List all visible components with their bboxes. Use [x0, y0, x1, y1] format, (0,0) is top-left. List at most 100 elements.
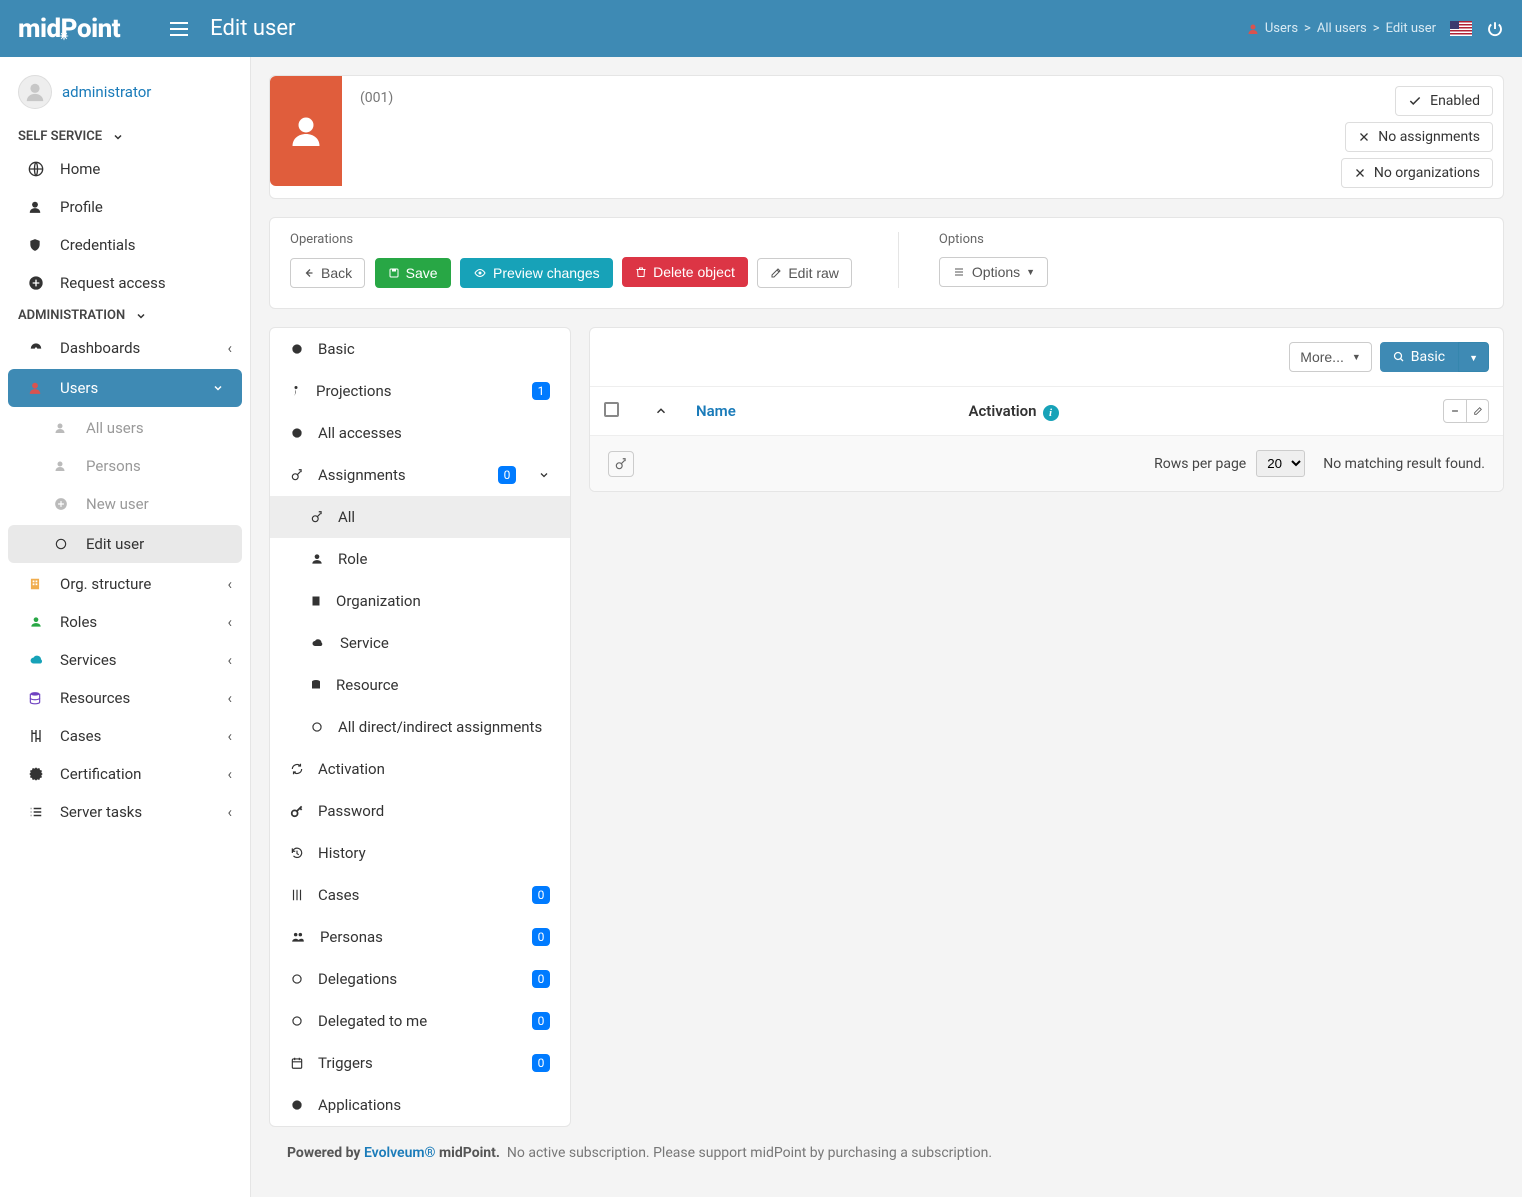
dnav-projections[interactable]: Projections1: [270, 370, 570, 412]
assignment-icon: [310, 510, 324, 524]
current-user[interactable]: administrator: [0, 67, 250, 123]
circle-icon: [290, 1014, 304, 1028]
x-icon: [1354, 167, 1366, 179]
badge: 0: [532, 886, 550, 904]
footer: Powered by Evolveum® midPoint. No active…: [269, 1127, 1504, 1179]
power-icon[interactable]: [1486, 20, 1504, 38]
dnav-delegated-to-me[interactable]: Delegated to me0: [270, 1000, 570, 1042]
menu-toggle-icon[interactable]: [170, 22, 188, 36]
nav-persons[interactable]: Persons: [0, 447, 250, 485]
globe-icon: [28, 161, 46, 177]
operations-label: Operations: [290, 232, 858, 247]
nav-new-user[interactable]: New user: [0, 485, 250, 523]
sort-asc-icon[interactable]: [654, 404, 668, 418]
dnav-history[interactable]: History: [270, 832, 570, 874]
more-dropdown[interactable]: More... ▼: [1289, 342, 1372, 372]
dnav-basic[interactable]: Basic: [270, 328, 570, 370]
breadcrumb-link[interactable]: Edit user: [1386, 21, 1436, 36]
dnav-organization[interactable]: Organization: [270, 580, 570, 622]
object-subtitle: (001): [360, 90, 393, 106]
nav-resources[interactable]: Resources‹: [0, 679, 250, 717]
breadcrumb-link[interactable]: Users: [1265, 21, 1298, 36]
assignment-icon: [290, 468, 304, 482]
rows-per-page-label: Rows per page: [1154, 456, 1246, 472]
preview-button[interactable]: Preview changes: [460, 258, 613, 288]
dnav-cases[interactable]: Cases0: [270, 874, 570, 916]
assignment-add-icon[interactable]: [608, 451, 634, 477]
recycle-icon: [290, 762, 304, 776]
edit-raw-button[interactable]: Edit raw: [757, 258, 852, 288]
chevron-down-icon: [212, 382, 224, 394]
plus-circle-icon: [54, 497, 72, 511]
nav-roles[interactable]: Roles‹: [0, 603, 250, 641]
company-link[interactable]: Evolveum®: [364, 1145, 436, 1161]
status-badge-enabled[interactable]: Enabled: [1395, 86, 1493, 116]
nav-org-structure[interactable]: Org. structure‹: [0, 565, 250, 603]
column-activation[interactable]: Activationi: [954, 387, 1429, 436]
dnav-personas[interactable]: Personas0: [270, 916, 570, 958]
nav-all-users[interactable]: All users: [0, 409, 250, 447]
dnav-password[interactable]: Password: [270, 790, 570, 832]
top-bar: midPoint Edit user Users> All users> Edi…: [0, 0, 1522, 57]
save-button[interactable]: Save: [375, 258, 451, 288]
info-icon[interactable]: i: [1043, 405, 1059, 421]
dnav-assignments[interactable]: Assignments0: [270, 454, 570, 496]
nav-server-tasks[interactable]: Server tasks‹: [0, 793, 250, 831]
dnav-service[interactable]: Service: [270, 622, 570, 664]
options-label: Options: [939, 232, 1054, 247]
nav-section-administration[interactable]: ADMINISTRATION: [0, 302, 250, 329]
shield-icon: [28, 237, 46, 253]
nav-users[interactable]: Users: [8, 369, 242, 407]
object-header: (001) Enabled No assignments No organiza…: [269, 75, 1504, 199]
nav-dashboards[interactable]: Dashboards‹: [0, 329, 250, 367]
search-icon: [1393, 351, 1405, 363]
user-icon: [1247, 22, 1259, 36]
select-all-checkbox[interactable]: [604, 402, 619, 417]
arrow-left-icon: [303, 267, 315, 279]
column-name[interactable]: Name: [682, 387, 954, 436]
dnav-triggers[interactable]: Triggers0: [270, 1042, 570, 1084]
basic-search-button[interactable]: Basic ▼: [1380, 342, 1489, 372]
nav-services[interactable]: Services‹: [0, 641, 250, 679]
rows-per-page-select[interactable]: 20: [1256, 450, 1305, 477]
object-icon: [270, 76, 342, 186]
history-icon: [290, 846, 304, 860]
edit-icon[interactable]: [1466, 400, 1488, 422]
caret-down-icon[interactable]: ▼: [1458, 342, 1489, 372]
dnav-all[interactable]: All: [270, 496, 570, 538]
status-badge-organizations[interactable]: No organizations: [1341, 158, 1493, 188]
caret-down-icon: ▼: [1352, 352, 1361, 362]
status-badge-assignments[interactable]: No assignments: [1345, 122, 1493, 152]
breadcrumb-link[interactable]: All users: [1317, 21, 1367, 36]
nav-section-self-service[interactable]: SELF SERVICE: [0, 123, 250, 150]
nav-credentials[interactable]: Credentials: [0, 226, 250, 264]
options-dropdown[interactable]: Options ▼: [939, 257, 1048, 287]
dnav-applications[interactable]: Applications: [270, 1084, 570, 1126]
delete-button[interactable]: Delete object: [622, 257, 748, 287]
minus-icon[interactable]: [1444, 400, 1466, 422]
avatar-icon: [18, 75, 52, 109]
nav-home[interactable]: Home: [0, 150, 250, 188]
badge: 0: [532, 970, 550, 988]
chevron-down-icon: [135, 310, 147, 322]
person-icon: [290, 383, 302, 399]
dnav-all-accesses[interactable]: All accesses: [270, 412, 570, 454]
dnav-activation[interactable]: Activation: [270, 748, 570, 790]
building-icon: [28, 576, 46, 592]
dnav-role[interactable]: Role: [270, 538, 570, 580]
badge: 0: [532, 1054, 550, 1072]
dnav-all-indirect[interactable]: All direct/indirect assignments: [270, 706, 570, 748]
nav-certification[interactable]: Certification‹: [0, 755, 250, 793]
page-title: Edit user: [210, 16, 295, 41]
back-button[interactable]: Back: [290, 258, 365, 288]
nav-cases[interactable]: Cases‹: [0, 717, 250, 755]
dnav-delegations[interactable]: Delegations0: [270, 958, 570, 1000]
locale-flag-icon[interactable]: [1450, 21, 1472, 36]
nav-request-access[interactable]: Request access: [0, 264, 250, 302]
nav-profile[interactable]: Profile: [0, 188, 250, 226]
logo[interactable]: midPoint: [18, 14, 120, 44]
circle-icon: [290, 342, 304, 356]
dnav-resource[interactable]: Resource: [270, 664, 570, 706]
nav-edit-user[interactable]: Edit user: [8, 525, 242, 563]
tasks-icon: [28, 805, 46, 819]
